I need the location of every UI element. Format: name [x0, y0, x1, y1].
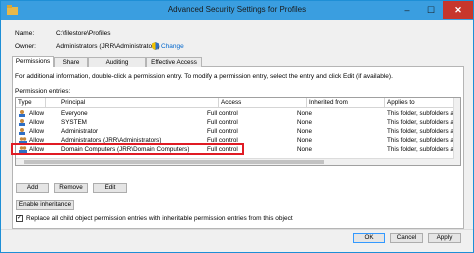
scrollbar-thumb[interactable]: [24, 160, 324, 164]
cell-applies-to: This folder, subfolders and file: [387, 128, 454, 135]
cell-access: Full control: [207, 119, 238, 126]
table-row[interactable]: Allow Everyone Full control None This fo…: [16, 109, 454, 118]
edit-button[interactable]: Edit: [93, 183, 127, 193]
tab-share[interactable]: Share: [54, 57, 88, 67]
apply-button[interactable]: Apply: [428, 233, 461, 243]
close-button[interactable]: ✕: [443, 1, 473, 19]
table-row[interactable]: Allow SYSTEM Full control None This fold…: [16, 118, 454, 127]
footer-divider: [1, 229, 473, 230]
cell-inherited-from: None: [297, 119, 313, 126]
name-label: Name:: [15, 30, 35, 37]
name-value: C:\filestore\Profiles: [56, 30, 111, 37]
list-header: Type Principal Access Inherited from App…: [16, 98, 454, 108]
cell-applies-to: This folder, subfolders and file: [387, 119, 454, 126]
column-header-type[interactable]: Type: [16, 98, 46, 108]
replace-child-permissions-label: Replace all child object permission entr…: [26, 215, 293, 222]
cell-access: Full control: [207, 110, 238, 117]
cell-type: Allow: [29, 110, 45, 117]
info-text: For additional information, double-click…: [15, 73, 393, 80]
cell-principal: SYSTEM: [61, 119, 87, 126]
cell-access: Full control: [207, 128, 238, 135]
cell-applies-to: This folder, subfolders and file: [387, 146, 454, 153]
cell-type: Allow: [29, 119, 45, 126]
column-header-principal[interactable]: Principal: [59, 98, 219, 108]
owner-label: Owner:: [15, 43, 36, 50]
minimize-button[interactable]: –: [395, 1, 419, 19]
ok-button[interactable]: OK: [353, 233, 385, 243]
tab-auditing[interactable]: Auditing: [88, 57, 146, 67]
add-button[interactable]: Add: [16, 183, 49, 193]
remove-button[interactable]: Remove: [54, 183, 88, 193]
cell-inherited-from: None: [297, 146, 313, 153]
table-row[interactable]: Allow Administrator Full control None Th…: [16, 127, 454, 136]
title-bar[interactable]: Advanced Security Settings for Profiles …: [1, 1, 473, 20]
column-header-access[interactable]: Access: [219, 98, 307, 108]
permission-entries-list[interactable]: Type Principal Access Inherited from App…: [15, 97, 461, 166]
shield-icon: [152, 42, 159, 50]
advanced-security-window: Advanced Security Settings for Profiles …: [0, 0, 474, 253]
cancel-button[interactable]: Cancel: [390, 233, 423, 243]
cell-applies-to: This folder, subfolders and file: [387, 137, 454, 144]
column-header-applies-to[interactable]: Applies to: [385, 98, 454, 108]
user-icon: [19, 128, 25, 135]
horizontal-scrollbar[interactable]: [16, 158, 454, 165]
column-header-inherited-from[interactable]: Inherited from: [307, 98, 385, 108]
cell-inherited-from: None: [297, 128, 313, 135]
cell-principal: Everyone: [61, 110, 88, 117]
cell-type: Allow: [29, 128, 45, 135]
user-icon: [19, 119, 25, 126]
permission-entries-label: Permission entries:: [15, 88, 71, 95]
vertical-scrollbar[interactable]: [453, 98, 460, 165]
cell-applies-to: This folder, subfolders and file: [387, 110, 454, 117]
highlight-box: [11, 143, 244, 155]
replace-child-permissions-checkbox[interactable]: ✓: [16, 215, 23, 222]
tab-effective-access[interactable]: Effective Access: [146, 57, 202, 67]
tab-permissions[interactable]: Permissions: [12, 56, 54, 67]
cell-inherited-from: None: [297, 137, 313, 144]
cell-principal: Administrator: [61, 128, 99, 135]
user-icon: [19, 110, 25, 117]
change-owner-link[interactable]: Change: [161, 43, 184, 50]
cell-inherited-from: None: [297, 110, 313, 117]
owner-value: Administrators (JRR\Administrators): [56, 43, 160, 50]
maximize-button[interactable]: ☐: [419, 1, 443, 19]
enable-inheritance-button[interactable]: Enable inheritance: [16, 200, 74, 210]
